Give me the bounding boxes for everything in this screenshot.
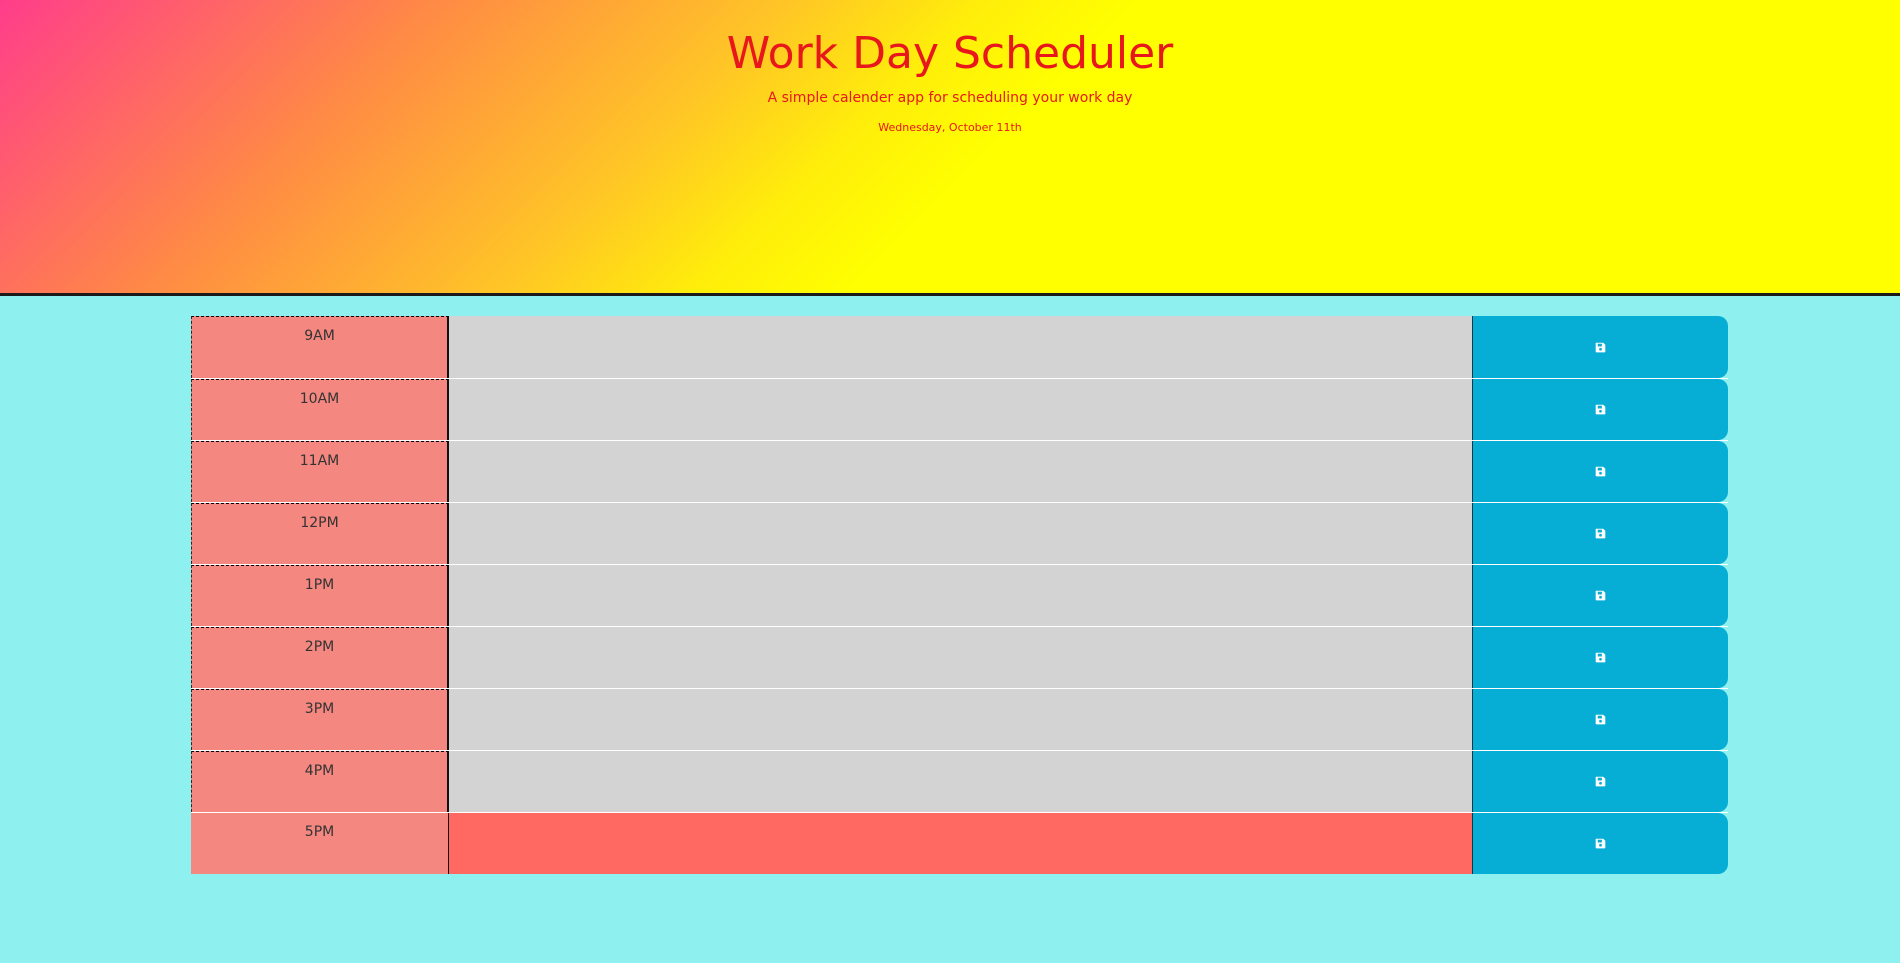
- timeblock-container: 9AM 10AM 11AM 12PM 1PM 2PM 3PM 4PM 5PM: [191, 316, 1728, 874]
- save-icon: [1595, 466, 1606, 477]
- hour-label: 4PM: [191, 751, 449, 812]
- save-icon: [1595, 342, 1606, 353]
- save-icon: [1595, 838, 1606, 849]
- event-description-input[interactable]: [449, 503, 1472, 564]
- hour-label: 11AM: [191, 441, 449, 502]
- timeblock-row: 12PM: [191, 502, 1728, 564]
- event-description-input[interactable]: [449, 316, 1472, 378]
- timeblock-row: 3PM: [191, 688, 1728, 750]
- event-description-input[interactable]: [449, 813, 1472, 874]
- save-button[interactable]: [1472, 689, 1728, 750]
- save-button[interactable]: [1472, 379, 1728, 440]
- save-button[interactable]: [1472, 627, 1728, 688]
- event-description-input[interactable]: [449, 565, 1472, 626]
- save-icon: [1595, 590, 1606, 601]
- hour-label: 2PM: [191, 627, 449, 688]
- save-icon: [1595, 404, 1606, 415]
- save-button[interactable]: [1472, 813, 1728, 874]
- save-icon: [1595, 528, 1606, 539]
- save-button[interactable]: [1472, 503, 1728, 564]
- save-icon: [1595, 776, 1606, 787]
- hour-label: 1PM: [191, 565, 449, 626]
- hour-label: 9AM: [191, 316, 449, 378]
- timeblock-row: 2PM: [191, 626, 1728, 688]
- save-button[interactable]: [1472, 751, 1728, 812]
- hour-label: 12PM: [191, 503, 449, 564]
- event-description-input[interactable]: [449, 627, 1472, 688]
- save-button[interactable]: [1472, 565, 1728, 626]
- timeblock-row: 9AM: [191, 316, 1728, 378]
- header-jumbotron: Work Day Scheduler A simple calender app…: [0, 0, 1900, 296]
- timeblock-row: 4PM: [191, 750, 1728, 812]
- event-description-input[interactable]: [449, 689, 1472, 750]
- timeblock-row: 1PM: [191, 564, 1728, 626]
- hour-label: 5PM: [191, 813, 449, 874]
- event-description-input[interactable]: [449, 441, 1472, 502]
- hour-label: 3PM: [191, 689, 449, 750]
- save-button[interactable]: [1472, 316, 1728, 378]
- save-icon: [1595, 714, 1606, 725]
- timeblock-row: 10AM: [191, 378, 1728, 440]
- hour-label: 10AM: [191, 379, 449, 440]
- timeblock-row: 5PM: [191, 812, 1728, 874]
- page-subtitle: A simple calender app for scheduling you…: [767, 90, 1133, 106]
- save-icon: [1595, 652, 1606, 663]
- timeblock-row: 11AM: [191, 440, 1728, 502]
- event-description-input[interactable]: [449, 751, 1472, 812]
- scheduler-main: 9AM 10AM 11AM 12PM 1PM 2PM 3PM 4PM 5PM: [0, 296, 1900, 963]
- save-button[interactable]: [1472, 441, 1728, 502]
- current-day: Wednesday, October 11th: [878, 121, 1022, 134]
- event-description-input[interactable]: [449, 379, 1472, 440]
- page-title: Work Day Scheduler: [726, 28, 1174, 79]
